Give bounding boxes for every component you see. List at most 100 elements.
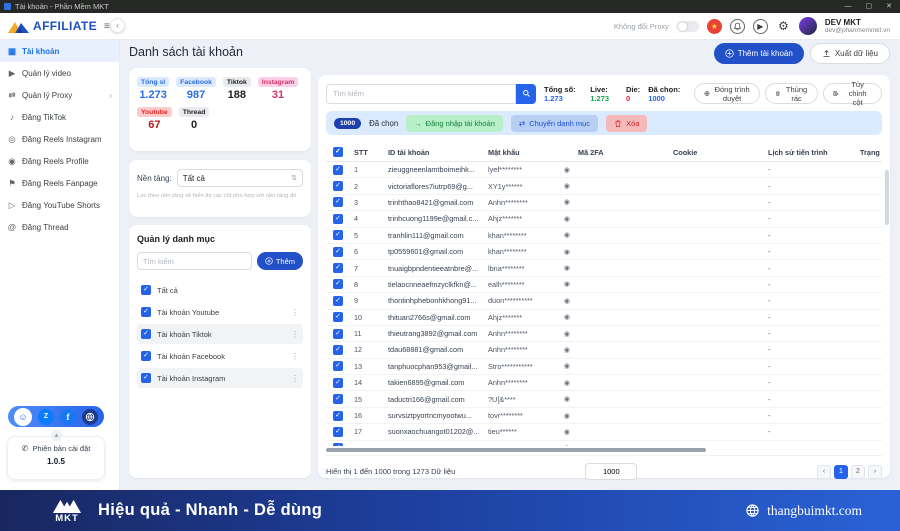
- page-number-button[interactable]: 1: [834, 465, 848, 479]
- eye-icon[interactable]: ◉: [564, 395, 570, 403]
- checkbox-checked-icon[interactable]: [141, 373, 151, 383]
- bell-icon[interactable]: [730, 19, 745, 34]
- checkbox-checked-icon[interactable]: [141, 307, 151, 317]
- category-item[interactable]: Tài khoản Tiktok ⋮: [137, 324, 303, 344]
- category-search-input[interactable]: [137, 252, 252, 270]
- table-row[interactable]: 11 thieutrang3892@gmail.com Anhn********…: [326, 326, 882, 342]
- close-button[interactable]: ✕: [886, 0, 892, 13]
- eye-icon[interactable]: ◉: [564, 379, 570, 387]
- eye-icon[interactable]: ◉: [564, 346, 570, 354]
- login-accounts-button[interactable]: → Đăng nhập tài khoản: [406, 115, 503, 132]
- category-item[interactable]: Tài khoản Instagram ⋮: [137, 368, 303, 388]
- table-row[interactable]: 17 suonxaochuangot01202@... tieu****** ◉…: [326, 424, 882, 440]
- sidebar-item[interactable]: ⚑ Đăng Reels Fanpage: [0, 172, 119, 194]
- checkbox-checked-icon[interactable]: [141, 351, 151, 361]
- row-checkbox[interactable]: [333, 230, 343, 240]
- table-row[interactable]: 3 trinhthao8421@gmail.com Anhn******** ◉…: [326, 195, 882, 211]
- customize-columns-button[interactable]: Tùy chỉnh cột: [823, 83, 882, 104]
- eye-icon[interactable]: ◉: [564, 412, 570, 420]
- next-page-button[interactable]: ›: [868, 465, 882, 479]
- eye-icon[interactable]: ◉: [564, 280, 570, 288]
- search-button[interactable]: [516, 84, 536, 104]
- row-checkbox[interactable]: [333, 197, 343, 207]
- close-browser-button[interactable]: Đóng trình duyệt: [694, 83, 760, 104]
- row-checkbox[interactable]: [333, 279, 343, 289]
- category-item[interactable]: Tài khoản Youtube ⋮: [137, 302, 303, 322]
- row-checkbox[interactable]: [333, 394, 343, 404]
- minimize-button[interactable]: —: [845, 0, 852, 13]
- proxy-toggle[interactable]: [677, 21, 699, 32]
- category-select-all[interactable]: Tất cả: [137, 280, 303, 300]
- category-item[interactable]: Tài khoản Facebook ⋮: [137, 346, 303, 366]
- horizontal-scrollbar[interactable]: [326, 447, 882, 453]
- delete-button[interactable]: Xóa: [606, 115, 647, 132]
- row-checkbox[interactable]: [333, 247, 343, 257]
- globe-icon[interactable]: [82, 409, 98, 425]
- row-checkbox[interactable]: [333, 361, 343, 371]
- prev-page-button[interactable]: ‹: [817, 465, 831, 479]
- eye-icon[interactable]: ◉: [564, 428, 570, 436]
- table-row[interactable]: 9 thontinhphebonhkhong91... duon********…: [326, 293, 882, 309]
- language-flag-icon[interactable]: ★: [707, 19, 722, 34]
- column-header-stt[interactable]: STT: [350, 148, 384, 157]
- table-row[interactable]: 18 ◉: [326, 441, 882, 446]
- column-header-history[interactable]: Lịch sử tiến trình: [764, 148, 856, 157]
- more-options-icon[interactable]: ⋮: [291, 374, 299, 383]
- eye-icon[interactable]: ◉: [564, 362, 570, 370]
- add-category-button[interactable]: Thêm: [257, 252, 303, 270]
- trash-button[interactable]: Thùng rác: [765, 83, 818, 104]
- column-header-2fa[interactable]: Mã 2FA: [574, 148, 669, 157]
- page-number-button[interactable]: 2: [851, 465, 865, 479]
- table-row[interactable]: 8 tielaocnneaefmzyclkfkn@... ealh*******…: [326, 277, 882, 293]
- eye-icon[interactable]: ◉: [564, 264, 570, 272]
- row-checkbox[interactable]: [333, 443, 343, 446]
- eye-icon[interactable]: ◉: [564, 444, 570, 446]
- table-row[interactable]: 15 taductri166@gmail.com ?U[&**** ◉ -: [326, 391, 882, 407]
- table-row[interactable]: 2 victoriaflores7iutrp69@g... XY1y******…: [326, 178, 882, 194]
- page-size-input[interactable]: [585, 463, 637, 480]
- row-checkbox[interactable]: [333, 263, 343, 273]
- table-row[interactable]: 14 takien6895@gmail.com Anhn******** ◉ -: [326, 375, 882, 391]
- row-checkbox[interactable]: [333, 411, 343, 421]
- row-checkbox[interactable]: [333, 296, 343, 306]
- move-category-button[interactable]: ⇄ Chuyển danh mục: [511, 115, 598, 132]
- checkbox-checked-icon[interactable]: [141, 329, 151, 339]
- eye-icon[interactable]: ◉: [564, 297, 570, 305]
- maximize-button[interactable]: ▢: [866, 0, 873, 13]
- more-options-icon[interactable]: ⋮: [291, 308, 299, 317]
- table-search-input[interactable]: [326, 84, 516, 104]
- row-checkbox[interactable]: [333, 378, 343, 388]
- row-checkbox[interactable]: [333, 214, 343, 224]
- eye-icon[interactable]: ◉: [564, 182, 570, 190]
- user-avatar[interactable]: [799, 17, 817, 35]
- more-options-icon[interactable]: ⋮: [291, 352, 299, 361]
- column-header-status[interactable]: Trạng thái: [856, 148, 882, 157]
- checkbox-checked-icon[interactable]: [141, 285, 151, 295]
- eye-icon[interactable]: ◉: [564, 248, 570, 256]
- support-icon[interactable]: ☺: [14, 408, 32, 426]
- eye-icon[interactable]: ◉: [564, 231, 570, 239]
- row-checkbox[interactable]: [333, 181, 343, 191]
- row-checkbox[interactable]: [333, 427, 343, 437]
- play-tutorial-icon[interactable]: ▶: [753, 19, 768, 34]
- settings-gear-icon[interactable]: ⚙: [776, 19, 791, 34]
- select-all-checkbox[interactable]: [333, 147, 343, 157]
- column-header-password[interactable]: Mật khẩu: [484, 148, 574, 157]
- sidebar-collapse-button[interactable]: ‹: [110, 18, 125, 33]
- add-account-button[interactable]: Thêm tài khoản: [714, 43, 804, 64]
- eye-icon[interactable]: ◉: [564, 313, 570, 321]
- row-checkbox[interactable]: [333, 165, 343, 175]
- row-checkbox[interactable]: [333, 329, 343, 339]
- table-row[interactable]: 1 zieuggneenlamtboimeihk... lyef********…: [326, 162, 882, 178]
- sidebar-item[interactable]: ▦ Tài khoản: [0, 40, 119, 62]
- table-row[interactable]: 6 tp0559601@gmail.com khan******** ◉ -: [326, 244, 882, 260]
- table-row[interactable]: 13 tanphuocphan953@gmail... Stro********…: [326, 359, 882, 375]
- footer-website[interactable]: thangbuimkt.com: [745, 503, 862, 519]
- platform-select[interactable]: Tất cả ⇅: [177, 169, 303, 187]
- export-data-button[interactable]: Xuất dữ liệu: [810, 43, 890, 64]
- table-row[interactable]: 12 tdau68881@gmail.com Anhn******** ◉ -: [326, 342, 882, 358]
- table-row[interactable]: 10 thituan2766s@gmail.com Ahjz******* ◉ …: [326, 310, 882, 326]
- column-header-id[interactable]: ID tài khoản: [384, 148, 484, 157]
- facebook-icon[interactable]: f: [60, 409, 76, 425]
- table-row[interactable]: 16 survsiztpyortncmyootwu... tovr*******…: [326, 408, 882, 424]
